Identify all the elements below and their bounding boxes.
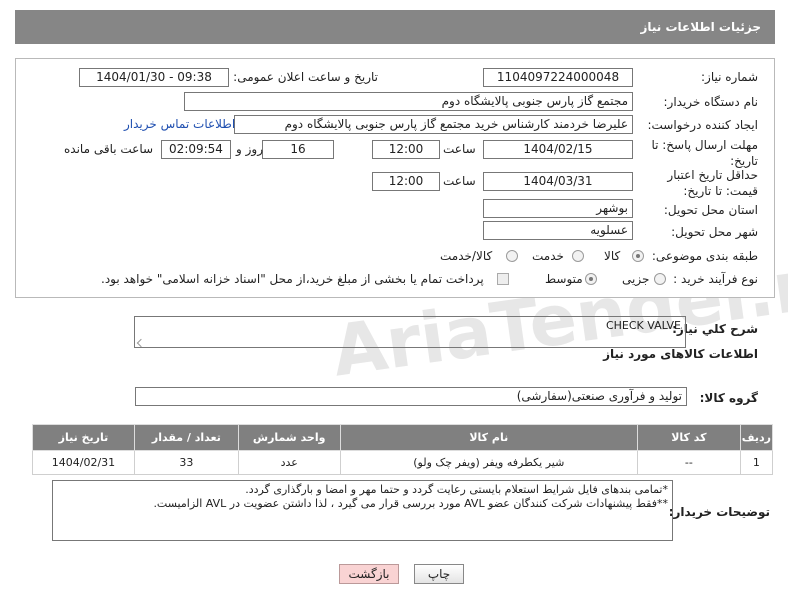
- summary-field[interactable]: CHECK VALVE: [134, 316, 686, 348]
- category-service-radio[interactable]: [572, 250, 584, 262]
- goods-info-title: اطلاعات کالاهای مورد نیاز: [603, 347, 758, 361]
- col-header-need-date: تاریخ نیاز: [32, 424, 135, 451]
- col-header-row-number: ردیف: [739, 424, 774, 451]
- reply-date-field[interactable]: 1404/02/15: [483, 140, 633, 159]
- buyer-org-field[interactable]: مجتمع گاز پارس جنوبی پالایشگاه دوم: [184, 92, 633, 111]
- price-date-field[interactable]: 1404/03/31: [483, 172, 633, 191]
- cell-need-date: 1404/02/31: [32, 450, 135, 475]
- process-medium-radio[interactable]: [585, 273, 597, 285]
- back-button[interactable]: بازگشت: [339, 564, 399, 584]
- buyer-contact-link[interactable]: اطلاعات تماس خریدار: [124, 117, 235, 131]
- buyer-notes-field[interactable]: *تمامی بندهای فایل شرایط استعلام بایستی …: [52, 480, 673, 541]
- process-minor-label: جزیی: [622, 272, 650, 286]
- category-goods-radio[interactable]: [632, 250, 644, 262]
- cell-quantity: 33: [133, 450, 239, 475]
- reply-time-field[interactable]: 12:00: [372, 140, 440, 159]
- announce-label: تاریخ و ساعت اعلان عمومی:: [233, 70, 378, 84]
- reply-time-label: ساعت: [443, 142, 476, 156]
- reply-deadline-label: مهلت ارسال پاسخ: تا تاریخ:: [651, 138, 758, 168]
- city-label: شهر محل تحویل:: [671, 225, 758, 239]
- process-minor-radio[interactable]: [654, 273, 666, 285]
- col-header-unit: واحد شمارش: [237, 424, 341, 451]
- province-label: استان محل تحویل:: [663, 203, 758, 217]
- buyer-note-line-2: **فقط پیشنهادات شرکت کنندگان عضو AVL مور…: [153, 497, 668, 510]
- category-both-label: کالا/خدمت: [440, 249, 493, 263]
- days-label: روز و: [236, 142, 263, 156]
- creator-label: ایجاد کننده درخواست:: [647, 118, 758, 132]
- need-number-label: شماره نیاز:: [701, 70, 758, 84]
- creator-field[interactable]: علیرضا خردمند کارشناس خرید مجتمع گاز پار…: [234, 115, 633, 134]
- items-table: ردیف کد کالا نام کالا واحد شمارش تعداد /…: [32, 424, 774, 475]
- price-deadline-label: حداقل تاریخ اعتبار قیمت: تا تاریخ:: [667, 168, 758, 198]
- category-label: طبقه بندی موضوعی:: [651, 249, 758, 263]
- goods-group-field[interactable]: تولید و فرآوری صنعتی(سفارشی): [135, 387, 687, 406]
- goods-group-label: گروه کالا:: [699, 391, 758, 405]
- buyer-org-label: نام دستگاه خریدار:: [663, 95, 759, 109]
- buyer-notes-label: توضیحات خریدار:: [668, 505, 770, 519]
- city-field[interactable]: عسلویه: [483, 221, 633, 240]
- page-header: جزئیات اطلاعات نیاز: [15, 10, 775, 44]
- price-time-label: ساعت: [443, 174, 476, 188]
- col-header-item-code: کد کالا: [636, 424, 741, 451]
- cell-row-number: 1: [739, 450, 774, 475]
- remaining-field[interactable]: 02:09:54: [161, 140, 231, 159]
- announce-field[interactable]: 1404/01/30 - 09:38: [79, 68, 229, 87]
- cell-item-name: شیر یکطرفه ویفر (ویفر چک ولو): [339, 450, 638, 475]
- category-both-radio[interactable]: [506, 250, 518, 262]
- remaining-label: ساعت باقی مانده: [64, 142, 154, 156]
- print-button[interactable]: چاپ: [414, 564, 464, 584]
- treasury-payment-note: پرداخت تمام یا بخشی از مبلغ خرید،از محل …: [101, 272, 484, 286]
- category-goods-label: کالا: [604, 249, 621, 263]
- table-row[interactable]: 1 -- شیر یکطرفه ویفر (ویفر چک ولو) عدد 3…: [32, 450, 774, 475]
- col-header-quantity: تعداد / مقدار: [133, 424, 239, 451]
- price-time-field[interactable]: 12:00: [372, 172, 440, 191]
- cell-item-code: --: [636, 450, 741, 475]
- table-header-row: ردیف کد کالا نام کالا واحد شمارش تعداد /…: [32, 424, 774, 451]
- category-service-label: خدمت: [532, 249, 564, 263]
- days-field[interactable]: 16: [262, 140, 334, 159]
- cell-unit: عدد: [237, 450, 341, 475]
- buyer-note-line-1: *تمامی بندهای فایل شرایط استعلام بایستی …: [245, 483, 668, 496]
- province-field[interactable]: بوشهر: [483, 199, 633, 218]
- col-header-item-name: نام کالا: [339, 424, 638, 451]
- treasury-payment-checkbox[interactable]: [497, 273, 509, 285]
- need-number-field[interactable]: 1104097224000048: [483, 68, 633, 87]
- process-medium-label: متوسط: [545, 272, 583, 286]
- process-type-label: نوع فرآیند خرید :: [673, 272, 758, 286]
